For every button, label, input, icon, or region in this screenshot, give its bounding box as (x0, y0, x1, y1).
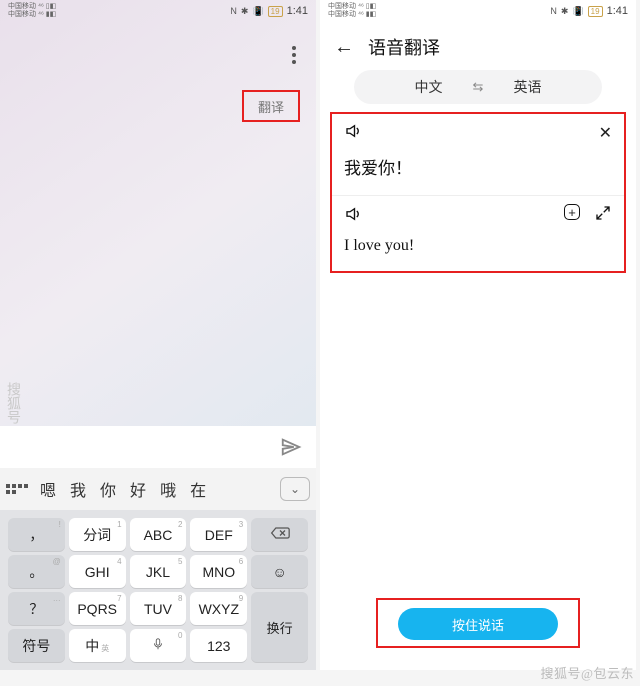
key-wxyz[interactable]: 9WXYZ (190, 592, 247, 625)
overflow-menu-button[interactable] (292, 46, 296, 64)
candidate-row: 嗯 我 你 好 哦 在 ⌄ (0, 468, 316, 510)
key-mno[interactable]: 6MNO (190, 555, 247, 588)
clock: 1:41 (607, 5, 628, 17)
lang-from[interactable]: 中文 (415, 77, 443, 97)
key-tuv[interactable]: 8TUV (130, 592, 187, 625)
close-icon[interactable]: ✕ (599, 123, 612, 143)
clock: 1:41 (287, 5, 308, 17)
watermark-left: 搜狐号 (2, 382, 22, 424)
grid-icon[interactable] (6, 484, 28, 494)
battery-icon: 19 (588, 6, 603, 17)
target-text: I love you! (344, 237, 612, 255)
nfc-icon: N (230, 6, 237, 16)
message-input[interactable] (14, 432, 280, 462)
key-abc[interactable]: 2ABC (130, 518, 187, 551)
translate-button[interactable]: 翻译 (242, 90, 300, 122)
key-enter[interactable]: 换行 (251, 592, 308, 662)
key-def[interactable]: 3DEF (190, 518, 247, 551)
lang-to[interactable]: 英语 (513, 77, 541, 97)
candidate-word[interactable]: 嗯 (40, 477, 56, 501)
bluetooth-icon: ✱ (561, 6, 569, 17)
composer-bar (0, 426, 316, 468)
battery-icon: 19 (268, 6, 283, 17)
key-period[interactable]: @。 (8, 555, 65, 588)
language-switch[interactable]: 中文 ⇆ 英语 (354, 70, 602, 104)
key-comma[interactable]: !， (8, 518, 65, 551)
candidate-word[interactable]: 我 (70, 477, 86, 501)
back-button[interactable]: ← (334, 36, 354, 59)
key-space[interactable]: 0 (130, 629, 187, 662)
key-fenci[interactable]: 1分词 (69, 518, 126, 551)
candidate-word[interactable]: 哦 (160, 477, 176, 501)
speaker-icon[interactable] (344, 205, 362, 227)
statusbar-right: 中国移动 ⁴⁶ ▯◧ 中国移动 ⁴⁶ ▮◧ N ✱ 📳 19 1:41 (320, 0, 636, 22)
swap-icon[interactable]: ⇆ (473, 79, 484, 95)
vibrate-icon: 📳 (252, 6, 263, 17)
page-title: 语音翻译 (368, 34, 440, 60)
candidate-word[interactable]: 你 (100, 477, 116, 501)
key-jkl[interactable]: 5JKL (130, 555, 187, 588)
press-to-talk-wrap: 按住说话 (376, 598, 580, 648)
add-icon[interactable]: + (564, 204, 580, 220)
carrier-label: 中国移动 ⁴⁶ ▯◧ 中国移动 ⁴⁶ ▮◧ (328, 3, 376, 19)
watermark: 搜狐号@包云东 (541, 663, 634, 682)
key-pqrs[interactable]: 7PQRS (69, 592, 126, 625)
carrier-label: 中国移动 ⁴⁶ ▯◧ 中国移动 ⁴⁶ ▮◧ (8, 3, 56, 19)
key-backspace[interactable] (251, 518, 308, 551)
vibrate-icon: 📳 (572, 6, 583, 17)
key-emoji[interactable]: ☺ (251, 555, 308, 588)
bluetooth-icon: ✱ (241, 6, 249, 17)
key-ghi[interactable]: 4GHI (69, 555, 126, 588)
source-text: 我爱你！ (344, 154, 612, 179)
speaker-icon[interactable] (344, 122, 362, 144)
send-icon[interactable] (280, 436, 302, 458)
key-lang-zh[interactable]: 中英 (69, 629, 126, 662)
translation-card: ✕ 我爱你！ + I love you! (330, 112, 626, 273)
key-question[interactable]: …？ (8, 592, 65, 625)
statusbar-left: 中国移动 ⁴⁶ ▯◧ 中国移动 ⁴⁶ ▮◧ N ✱ 📳 19 1:41 (0, 0, 316, 22)
key-123[interactable]: 123 (190, 629, 247, 662)
key-symbols[interactable]: 符号 (8, 629, 65, 662)
expand-icon[interactable] (594, 204, 612, 227)
keyboard: !， 1分词 2ABC 3DEF @。 4GHI 5JKL 6MNO ☺ …？ … (0, 510, 316, 670)
more-candidates-button[interactable]: ⌄ (280, 477, 310, 501)
candidate-word[interactable]: 在 (190, 477, 206, 501)
nfc-icon: N (550, 6, 557, 16)
candidate-word[interactable]: 好 (130, 477, 146, 501)
press-to-talk-button[interactable]: 按住说话 (398, 608, 558, 640)
